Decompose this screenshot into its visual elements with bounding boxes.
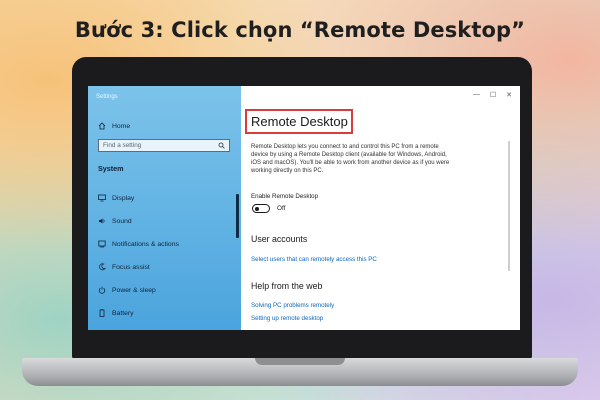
toggle-label: Enable Remote Desktop: [251, 193, 319, 200]
help-link-solving[interactable]: Solving PC problems remotely: [251, 302, 334, 309]
power-icon: [98, 286, 106, 294]
battery-icon: [98, 309, 106, 317]
user-accounts-heading: User accounts: [251, 234, 308, 244]
toggle-knob: [255, 206, 259, 211]
sidebar-item-label: Notifications & actions: [112, 240, 179, 248]
sidebar-item-battery[interactable]: Battery: [98, 307, 134, 319]
toggle-state: Off: [277, 205, 286, 212]
search-icon: [218, 142, 225, 151]
help-heading: Help from the web: [251, 281, 323, 291]
content-scrollbar[interactable]: [508, 141, 510, 271]
window-controls: — ☐ ✕: [473, 91, 512, 99]
laptop-screen: Settings Home Find a setting System Disp…: [88, 86, 520, 330]
sidebar-item-label: Sound: [112, 217, 132, 225]
search-input[interactable]: Find a setting: [98, 139, 230, 152]
sidebar-item-home[interactable]: Home: [98, 120, 130, 132]
help-link-setup[interactable]: Setting up remote desktop: [251, 315, 323, 322]
window-title: Settings: [96, 94, 118, 100]
settings-sidebar: Settings Home Find a setting System Disp…: [88, 86, 241, 330]
search-placeholder: Find a setting: [103, 142, 142, 149]
select-users-link[interactable]: Select users that can remotely access th…: [251, 256, 377, 263]
display-icon: [98, 194, 106, 202]
sidebar-item-label: Focus assist: [112, 263, 150, 271]
sidebar-item-label: Battery: [112, 309, 134, 317]
sidebar-item-label: Display: [112, 194, 135, 202]
tutorial-heading: Bước 3: Click chọn “Remote Desktop”: [74, 18, 526, 42]
maximize-button[interactable]: ☐: [490, 91, 496, 99]
section-label-system: System: [98, 164, 124, 173]
sidebar-item-power-sleep[interactable]: Power & sleep: [98, 284, 156, 296]
sidebar-item-display[interactable]: Display: [98, 192, 134, 204]
notifications-icon: [98, 240, 106, 248]
page-title: Remote Desktop: [251, 114, 348, 129]
home-icon: [98, 122, 106, 130]
sidebar-item-focus-assist[interactable]: Focus assist: [98, 261, 150, 273]
minimize-button[interactable]: —: [473, 91, 480, 99]
sidebar-item-label: Home: [112, 122, 131, 130]
remote-desktop-description: Remote Desktop lets you connect to and c…: [251, 144, 450, 174]
sidebar-scrollbar[interactable]: [236, 194, 239, 238]
sidebar-item-label: Power & sleep: [112, 286, 156, 294]
close-button[interactable]: ✕: [506, 91, 512, 99]
laptop-notch: [255, 358, 345, 365]
settings-content: — ☐ ✕ Remote Desktop Remote Desktop lets…: [241, 86, 520, 330]
sound-icon: [98, 217, 106, 225]
sidebar-item-sound[interactable]: Sound: [98, 215, 132, 227]
focus-assist-icon: [98, 263, 106, 271]
sidebar-item-notifications[interactable]: Notifications & actions: [98, 238, 179, 250]
remote-desktop-toggle[interactable]: [252, 204, 270, 213]
